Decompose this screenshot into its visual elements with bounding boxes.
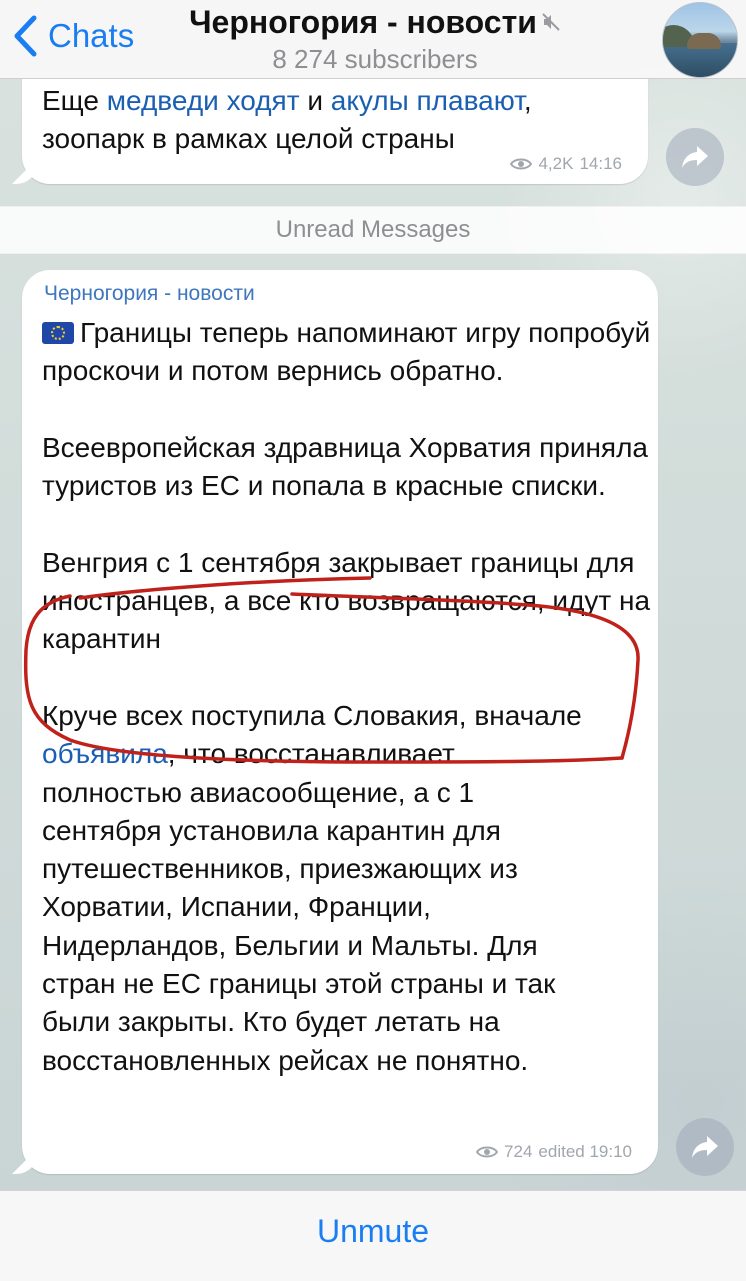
chevron-left-icon (14, 15, 37, 57)
message-link[interactable]: медведи ходят (107, 85, 300, 116)
view-count: 724 (504, 1142, 533, 1161)
forward-arrow-icon (692, 1136, 718, 1158)
subscribers-count: 8 274 subscribers (272, 44, 478, 74)
channel-avatar[interactable] (662, 2, 738, 78)
forward-button[interactable] (666, 128, 724, 186)
message-text: Еще медведи ходят и акулы плавают, зоопа… (42, 85, 532, 154)
paragraph: Границы теперь напоминают игру попробуй … (42, 317, 651, 387)
paragraph-highlighted: Венгрия с 1 сентября закрывает границы д… (42, 546, 651, 655)
forward-button[interactable] (676, 1118, 734, 1176)
message-link[interactable]: объявила (42, 738, 168, 769)
message-text: Границы теперь напоминают игру попробуй … (42, 317, 651, 1076)
eye-icon (510, 158, 533, 170)
message-bubble[interactable]: Еще медведи ходят и акулы плавают, зоопа… (22, 72, 648, 184)
chat-header: Chats Черногория - новости 8 274 subscri… (0, 0, 746, 79)
message-link[interactable]: акулы плавают (331, 85, 524, 116)
message-author[interactable]: Черногория - новости (44, 282, 255, 306)
message-bubble[interactable]: Черногория - новости Границы теперь напо… (22, 270, 658, 1174)
eu-flag-icon (42, 322, 74, 344)
bottom-bar: Unmute (0, 1190, 746, 1281)
edited-time: edited 19:10 (538, 1142, 632, 1161)
back-label: Chats (48, 17, 135, 54)
paragraph: Всеевропейская здравница Хорватия принял… (42, 431, 649, 502)
unmute-button[interactable]: Unmute (0, 1213, 746, 1250)
channel-info[interactable]: Черногория - новости 8 274 subscribers (160, 2, 590, 74)
muted-speaker-icon (542, 13, 560, 31)
eye-icon (476, 1146, 499, 1158)
forward-arrow-icon (682, 146, 708, 168)
message-meta: 4,2K 14:16 (510, 154, 622, 174)
view-count: 4,2K (538, 154, 574, 173)
message-meta: 724 edited 19:10 (476, 1142, 632, 1162)
back-button[interactable]: Chats (12, 14, 134, 58)
unread-separator: Unread Messages (0, 206, 746, 254)
message-time: 14:16 (579, 154, 622, 173)
channel-title: Черногория - новости (189, 4, 537, 40)
